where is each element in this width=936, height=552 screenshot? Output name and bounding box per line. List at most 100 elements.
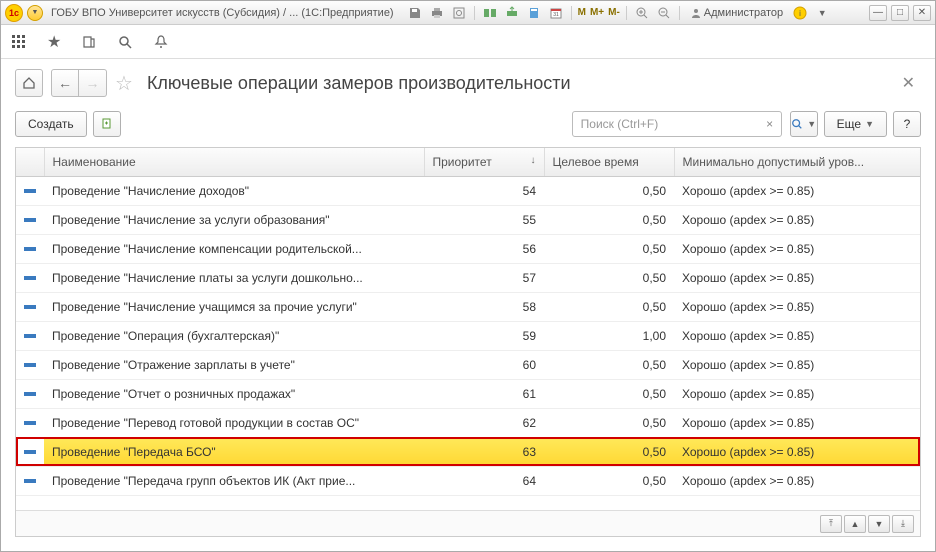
cell-target-time: 1,00 [544,321,674,350]
cell-priority: 59 [424,321,544,350]
table-row[interactable]: Проведение "Начисление учащимся за прочи… [16,292,920,321]
export-icon[interactable] [503,4,521,22]
table-nav-bar: ⤒ ▲ ▼ ⤓ [16,510,920,536]
row-type-icon [16,379,44,408]
cell-priority: 63 [424,437,544,466]
col-header-icon[interactable] [16,148,44,176]
nav-up-button[interactable]: ▲ [844,515,866,533]
apps-icon[interactable] [11,34,27,50]
user-indicator[interactable]: Администратор [686,7,787,19]
table-row[interactable]: Проведение "Начисление компенсации родит… [16,234,920,263]
bell-icon[interactable] [153,34,169,50]
person-icon [690,7,702,19]
search-input[interactable] [572,111,782,137]
calendar-icon[interactable]: 31 [547,4,565,22]
nav-down-button[interactable]: ▼ [868,515,890,533]
table-body: Проведение "Начисление доходов"540,50Хор… [16,176,920,495]
col-header-minlevel[interactable]: Минимально допустимый уров... [674,148,920,176]
save-icon[interactable] [406,4,424,22]
col-header-target[interactable]: Целевое время [544,148,674,176]
svg-text:31: 31 [553,12,559,18]
cell-min-level: Хорошо (apdex >= 0.85) [674,466,920,495]
titlebar-dropdown[interactable]: ▼ [27,5,43,21]
compare-icon[interactable] [481,4,499,22]
memory-m[interactable]: M [578,7,586,18]
cell-min-level: Хорошо (apdex >= 0.85) [674,350,920,379]
cell-min-level: Хорошо (apdex >= 0.85) [674,234,920,263]
sort-asc-icon: ↓ [531,155,536,166]
row-type-icon [16,292,44,321]
calculator-icon[interactable] [525,4,543,22]
main-toolbar: ★ [1,25,935,59]
minimize-button[interactable]: — [869,5,887,21]
cell-min-level: Хорошо (apdex >= 0.85) [674,379,920,408]
zoom-in-icon[interactable] [633,4,651,22]
info-icon[interactable]: i [791,4,809,22]
nav-bottom-button[interactable]: ⤓ [892,515,914,533]
cell-priority: 60 [424,350,544,379]
col-header-priority[interactable]: Приоритет↓ [424,148,544,176]
table-row[interactable]: Проведение "Передача БСО"630,50Хорошо (a… [16,437,920,466]
nav-back-button[interactable]: ← [51,69,79,97]
page-title: Ключевые операции замеров производительн… [147,73,571,94]
maximize-button[interactable]: □ [891,5,909,21]
cell-name: Проведение "Начисление доходов" [44,176,424,205]
titlebar-tool-icons: 31 M M+ M- [406,4,682,22]
window-title: ГОБУ ВПО Университет искусств (Субсидия)… [51,7,394,19]
col-header-name[interactable]: Наименование [44,148,424,176]
table-row[interactable]: Проведение "Перевод готовой продукции в … [16,408,920,437]
row-type-icon [16,408,44,437]
cell-priority: 54 [424,176,544,205]
preview-icon[interactable] [450,4,468,22]
filter-button[interactable]: ▼ [790,111,818,137]
table-row[interactable]: Проведение "Передача групп объектов ИК (… [16,466,920,495]
svg-text:i: i [799,9,801,18]
zoom-out-icon[interactable] [655,4,673,22]
copy-create-button[interactable] [93,111,121,137]
cell-name: Проведение "Отражение зарплаты в учете" [44,350,424,379]
cell-target-time: 0,50 [544,292,674,321]
cell-target-time: 0,50 [544,234,674,263]
favorite-star-icon[interactable]: ★ [47,32,61,52]
action-bar: Создать × ▼ Еще ▼ ? [15,111,921,137]
print-icon[interactable] [428,4,446,22]
cell-priority: 56 [424,234,544,263]
nav-forward-button[interactable]: → [79,69,107,97]
row-type-icon [16,437,44,466]
app-logo-icon: 1c [5,4,23,22]
cell-name: Проведение "Передача БСО" [44,437,424,466]
cell-name: Проведение "Начисление за услуги образов… [44,205,424,234]
row-type-icon [16,466,44,495]
table-row[interactable]: Проведение "Начисление за услуги образов… [16,205,920,234]
history-icon[interactable] [81,34,97,50]
cell-target-time: 0,50 [544,205,674,234]
create-button[interactable]: Создать [15,111,87,137]
home-button[interactable] [15,69,43,97]
cell-target-time: 0,50 [544,263,674,292]
close-page-button[interactable]: ✕ [896,67,921,99]
nav-top-button[interactable]: ⤒ [820,515,842,533]
cell-target-time: 0,50 [544,437,674,466]
info-dropdown[interactable]: ▼ [813,4,831,22]
row-type-icon [16,263,44,292]
help-button[interactable]: ? [893,111,921,137]
memory-m-minus[interactable]: M- [608,7,620,18]
table-row[interactable]: Проведение "Начисление доходов"540,50Хор… [16,176,920,205]
titlebar: 1c ▼ ГОБУ ВПО Университет искусств (Субс… [1,1,935,25]
clear-search-icon[interactable]: × [762,116,778,132]
cell-min-level: Хорошо (apdex >= 0.85) [674,205,920,234]
cell-name: Проведение "Операция (бухгалтерская)" [44,321,424,350]
table-row[interactable]: Проведение "Отражение зарплаты в учете"6… [16,350,920,379]
row-type-icon [16,176,44,205]
more-button[interactable]: Еще ▼ [824,111,887,137]
table-row[interactable]: Проведение "Операция (бухгалтерская)"591… [16,321,920,350]
close-window-button[interactable]: ✕ [913,5,931,21]
page-header: ← → ☆ Ключевые операции замеров производ… [15,59,921,111]
table-row[interactable]: Проведение "Начисление платы за услуги д… [16,263,920,292]
memory-m-plus[interactable]: M+ [590,7,604,18]
search-nav-icon[interactable] [117,34,133,50]
table-row[interactable]: Проведение "Отчет о розничных продажах"6… [16,379,920,408]
cell-min-level: Хорошо (apdex >= 0.85) [674,408,920,437]
cell-min-level: Хорошо (apdex >= 0.85) [674,263,920,292]
favorite-toggle-icon[interactable]: ☆ [115,71,133,96]
